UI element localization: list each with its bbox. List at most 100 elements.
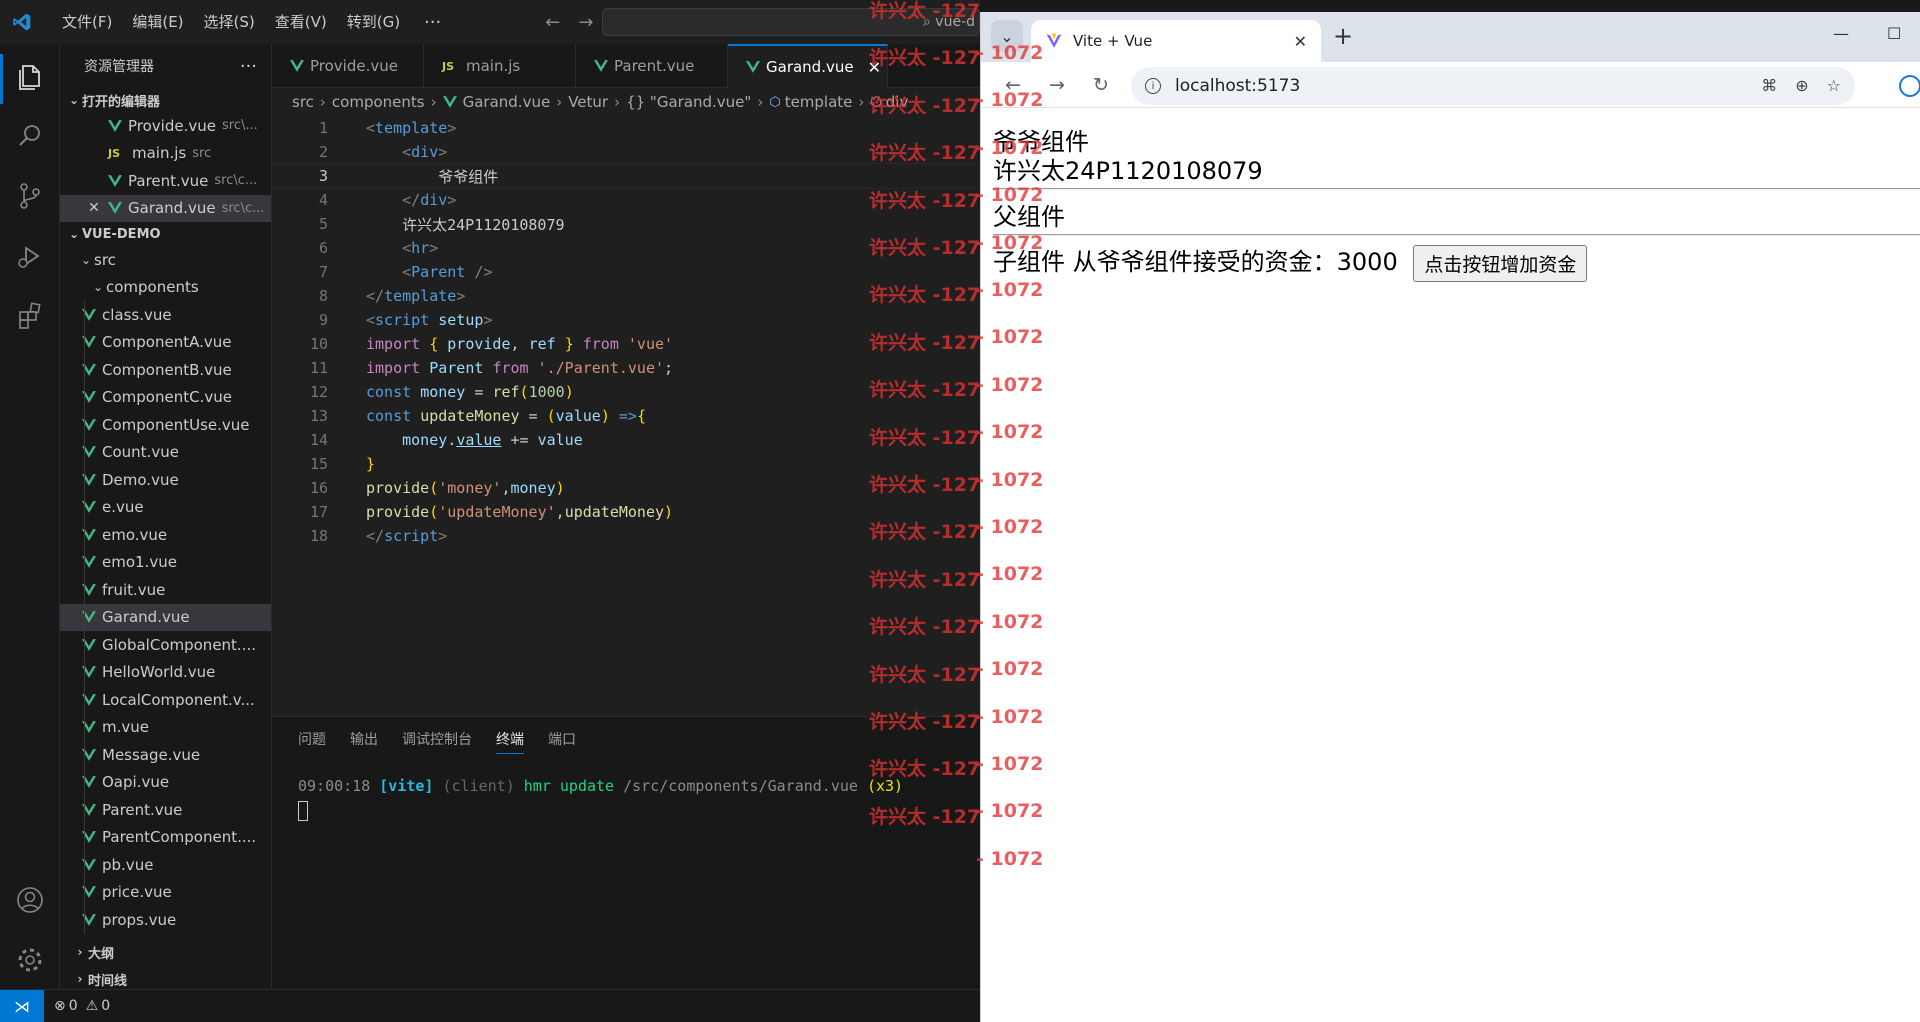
menu-view[interactable]: 查看(V): [265, 0, 337, 44]
indent-guide: [84, 658, 85, 686]
breadcrumb-item[interactable]: Vetur: [568, 93, 608, 111]
site-info-icon[interactable]: i: [1145, 78, 1161, 94]
breadcrumb-item[interactable]: components: [332, 93, 425, 111]
profile-icon[interactable]: [1899, 75, 1920, 97]
timeline-section[interactable]: › 时间线: [66, 967, 266, 991]
zoom-icon[interactable]: ⊕: [1795, 76, 1808, 95]
menu-more-button[interactable]: ···: [410, 12, 455, 33]
open-editors-section[interactable]: ⌄ 打开的编辑器: [60, 88, 271, 112]
open-editor-item[interactable]: Provide.vue src\...: [60, 112, 271, 140]
terminal-output[interactable]: 09:00:18 [vite] (client) hmr update /src…: [272, 765, 980, 825]
panel-tab[interactable]: 调试控制台: [402, 729, 472, 753]
file-tree-item[interactable]: e.vue: [60, 493, 271, 521]
translate-icon[interactable]: ⌘: [1761, 76, 1777, 95]
file-tree-item[interactable]: ParentComponent....: [60, 823, 271, 851]
back-icon[interactable]: ←: [1001, 74, 1025, 96]
breadcrumb-item[interactable]: div: [886, 93, 909, 111]
close-icon[interactable]: ✕: [80, 200, 108, 216]
folder-src[interactable]: ⌄ src: [60, 246, 271, 274]
tab-search-button[interactable]: ⌄: [991, 20, 1023, 52]
account-icon[interactable]: [14, 884, 46, 916]
file-tree-item[interactable]: Parent.vue: [60, 796, 271, 824]
file-tree-item[interactable]: Oapi.vue: [60, 768, 271, 796]
project-section[interactable]: ⌄ VUE-DEMO: [60, 222, 271, 246]
panel-tab[interactable]: 输出: [350, 729, 378, 753]
file-tree-item[interactable]: ComponentC.vue: [60, 383, 271, 411]
file-tree-item[interactable]: emo.vue: [60, 521, 271, 549]
reload-icon[interactable]: ↻: [1089, 74, 1113, 96]
source-control-icon[interactable]: [14, 180, 46, 212]
browser-tab[interactable]: Vite + Vue ✕: [1031, 20, 1321, 62]
open-editor-item[interactable]: JS main.js src: [60, 140, 271, 168]
minimize-icon[interactable]: —: [1833, 24, 1849, 43]
file-tree-item[interactable]: ComponentUse.vue: [60, 411, 271, 439]
breadcrumb-item[interactable]: Garand.vue: [463, 93, 551, 111]
gear-icon[interactable]: [14, 944, 46, 976]
folder-components[interactable]: ⌄ components: [60, 274, 271, 302]
forward-icon[interactable]: →: [1045, 74, 1069, 96]
editor-tab[interactable]: Garand.vue ✕: [728, 44, 888, 88]
command-center-search[interactable]: ⌕ vue-d: [602, 8, 980, 36]
editor-tab-label: main.js: [466, 57, 521, 75]
file-tree-item[interactable]: emo1.vue: [60, 548, 271, 576]
menu-file[interactable]: 文件(F): [52, 0, 122, 44]
remote-icon[interactable]: ⋊: [0, 989, 44, 1022]
breadcrumb-item[interactable]: {} "Garand.vue": [626, 93, 751, 111]
file-tree-item[interactable]: price.vue: [60, 878, 271, 906]
editor-tab[interactable]: Parent.vue: [576, 44, 728, 88]
error-count[interactable]: 0: [69, 998, 78, 1014]
file-tree-item[interactable]: Message.vue: [60, 741, 271, 769]
close-tab-icon[interactable]: ✕: [1294, 32, 1307, 51]
indent-guide: [84, 603, 85, 631]
file-tree-item[interactable]: fruit.vue: [60, 576, 271, 604]
file-tree-item[interactable]: m.vue: [60, 713, 271, 741]
breadcrumb-item[interactable]: src: [292, 93, 314, 111]
file-tree-item[interactable]: Demo.vue: [60, 466, 271, 494]
file-tree-item[interactable]: ComponentB.vue: [60, 356, 271, 384]
error-icon[interactable]: ⊗: [54, 998, 66, 1014]
file-tree-item[interactable]: pb.vue: [60, 851, 271, 879]
chevron-right-icon: ›: [319, 93, 326, 111]
explorer-icon[interactable]: [14, 60, 46, 92]
file-tree-item[interactable]: LocalComponent.v...: [60, 686, 271, 714]
file-tree-item[interactable]: Count.vue: [60, 438, 271, 466]
menu-selection[interactable]: 选择(S): [194, 0, 265, 44]
panel-tab[interactable]: 端口: [548, 729, 576, 753]
search-icon[interactable]: [14, 120, 46, 152]
indent-guide: [84, 521, 85, 549]
file-tree-item[interactable]: HelloWorld.vue: [60, 658, 271, 686]
maximize-icon[interactable]: ☐: [1887, 24, 1901, 43]
file-tree-item[interactable]: ComponentA.vue: [60, 328, 271, 356]
editor-tab[interactable]: JS main.js: [424, 44, 576, 88]
file-name: Oapi.vue: [102, 773, 170, 792]
forward-arrow-icon[interactable]: →: [578, 12, 593, 33]
open-editor-item[interactable]: ✕ Garand.vue src\c...: [60, 194, 271, 222]
warning-icon[interactable]: ⚠: [86, 998, 99, 1014]
line-number: 8: [318, 287, 328, 305]
warning-count[interactable]: 0: [101, 998, 110, 1014]
back-arrow-icon[interactable]: ←: [545, 12, 560, 33]
add-money-button[interactable]: 点击按钮增加资金: [1413, 244, 1588, 282]
open-editor-item[interactable]: Parent.vue src\c...: [60, 167, 271, 195]
editor-tab-label: Provide.vue: [310, 57, 398, 75]
close-icon[interactable]: ✕: [868, 58, 881, 77]
file-tree-item[interactable]: props.vue: [60, 906, 271, 934]
breadcrumb-item[interactable]: template: [785, 93, 853, 111]
file-tree-item[interactable]: class.vue: [60, 301, 271, 329]
panel-tab[interactable]: 问题: [298, 729, 326, 753]
panel-tab[interactable]: 终端: [496, 729, 524, 754]
run-debug-icon[interactable]: [14, 240, 46, 272]
file-tree-item[interactable]: Garand.vue: [60, 603, 271, 631]
address-bar[interactable]: i localhost:5173 ⌘ ⊕ ☆: [1131, 67, 1855, 105]
code-editor[interactable]: 1 <template> 2 <div> 3 爷爷组件 4 </div> 5 许兴…: [271, 116, 981, 548]
outline-section[interactable]: › 大纲: [66, 940, 266, 964]
menu-go[interactable]: 转到(G): [337, 0, 410, 44]
menu-edit[interactable]: 编辑(E): [122, 0, 193, 44]
extensions-icon[interactable]: [14, 300, 46, 332]
editor-tab[interactable]: Provide.vue: [272, 44, 424, 88]
file-tree-item[interactable]: GlobalComponent....: [60, 631, 271, 659]
vue-file-icon: [290, 60, 304, 72]
bookmark-star-icon[interactable]: ☆: [1827, 76, 1841, 95]
new-tab-icon[interactable]: +: [1333, 22, 1353, 50]
explorer-more-button[interactable]: ···: [240, 56, 257, 77]
